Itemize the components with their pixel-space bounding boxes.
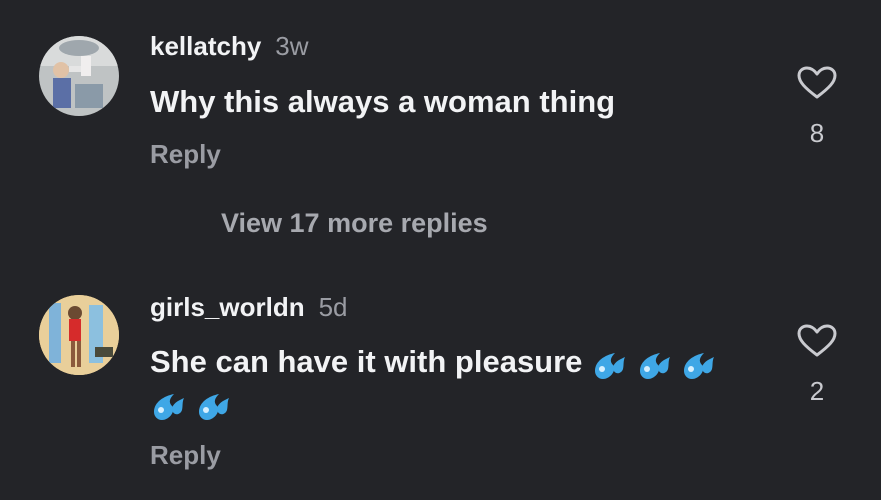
sweat-droplets-emoji bbox=[684, 352, 715, 379]
heart-outline-icon[interactable] bbox=[797, 324, 837, 358]
comment-text: Why this always a woman thing bbox=[150, 84, 616, 119]
sweat-droplets-emoji bbox=[639, 352, 670, 379]
sweat-droplets-emoji bbox=[595, 352, 626, 379]
comment-item: girls_worldn 5d She can have it with plea… bbox=[0, 260, 881, 500]
like-count: 8 bbox=[809, 118, 825, 148]
comment-author[interactable]: kellatchy 3w bbox=[150, 31, 309, 62]
sweat-droplets-emoji bbox=[198, 394, 229, 421]
author-name[interactable]: girls_worldn bbox=[150, 292, 305, 322]
like-count: 2 bbox=[809, 376, 825, 406]
comment-item: kellatchy 3w Why this always a woman thin… bbox=[0, 0, 881, 260]
heart-outline-icon[interactable] bbox=[797, 66, 837, 100]
view-more-replies-button[interactable]: View 17 more replies bbox=[221, 208, 488, 239]
like-button[interactable]: 2 bbox=[797, 324, 837, 407]
author-name[interactable]: kellatchy bbox=[150, 31, 261, 61]
sweat-droplets-emoji bbox=[154, 394, 184, 421]
comment-text: She can have it with pleasure bbox=[150, 342, 750, 426]
avatar[interactable] bbox=[39, 295, 119, 375]
emoji-group bbox=[591, 344, 716, 384]
comment-time: 3w bbox=[275, 31, 309, 61]
comment-time: 5d bbox=[318, 292, 348, 322]
like-button[interactable]: 8 bbox=[797, 66, 837, 149]
reply-button[interactable]: Reply bbox=[150, 139, 221, 170]
emoji-group bbox=[150, 386, 231, 426]
comment-text-body: She can have it with pleasure bbox=[150, 344, 583, 379]
avatar[interactable] bbox=[39, 36, 119, 116]
comment-author[interactable]: girls_worldn 5d bbox=[150, 292, 348, 323]
reply-button[interactable]: Reply bbox=[150, 440, 221, 471]
